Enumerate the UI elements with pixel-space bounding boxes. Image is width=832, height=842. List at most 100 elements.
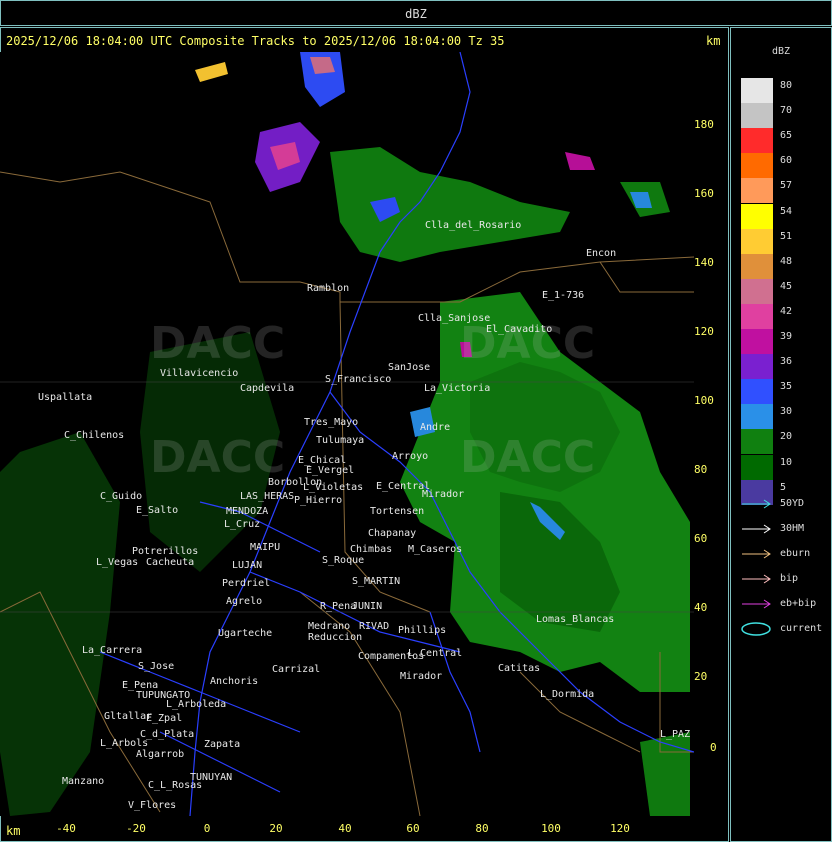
- x-tick: 40: [338, 822, 352, 835]
- place-label: S_MARTIN: [352, 576, 401, 587]
- place-label: Carrizal: [272, 664, 321, 675]
- place-label: Gltallar: [104, 711, 153, 722]
- place-label: Compamentos: [358, 651, 425, 662]
- track-label: 50YD: [780, 498, 805, 509]
- top-title: dBZ: [0, 0, 832, 26]
- y-tick: 120: [694, 325, 714, 338]
- place-label: Ramblon: [307, 283, 350, 294]
- y-tick: 60: [694, 532, 708, 545]
- legend-swatch: [741, 404, 773, 430]
- place-label: Ugarteche: [218, 628, 273, 639]
- place-label: SanJose: [388, 362, 431, 373]
- place-label: La_Carrera: [82, 645, 143, 656]
- place-label: Clla_del_Rosario: [425, 220, 522, 231]
- place-label: Manzano: [62, 776, 105, 787]
- y-tick: 20: [694, 670, 708, 683]
- km-axis-label-bottom: km: [6, 824, 21, 838]
- track-arrow-icon: [742, 499, 771, 509]
- place-label: V_Flores: [128, 800, 177, 811]
- place-label: LAS_HERAS: [240, 491, 295, 502]
- legend-swatch: [741, 128, 773, 154]
- place-label: MAIPU: [250, 542, 281, 553]
- place-label: Villavicencio: [160, 368, 239, 379]
- place-label: LUJAN: [232, 560, 263, 571]
- track-arrow-icon: [742, 574, 771, 584]
- place-label: Anchoris: [210, 676, 259, 687]
- y-tick: 100: [694, 394, 714, 407]
- legend-level-label: 36: [780, 356, 793, 368]
- legend-swatch: [741, 278, 773, 304]
- place-label: C_Chilenos: [64, 430, 125, 441]
- y-tick: 80: [694, 463, 708, 476]
- legend-swatch: [741, 153, 773, 179]
- watermark-4: DACC: [460, 432, 596, 483]
- legend-swatch: [741, 303, 773, 329]
- legend-swatch: [741, 228, 773, 254]
- place-label: Encon: [586, 248, 617, 259]
- place-label: Medrano: [308, 621, 351, 632]
- current-track-ellipse-icon: [741, 622, 771, 636]
- legend-swatch: [741, 203, 773, 229]
- place-label: L_Dormida: [540, 689, 595, 700]
- x-tick: 120: [610, 822, 630, 835]
- legend-level-label: 65: [780, 130, 793, 142]
- place-label: Lomas_Blancas: [536, 614, 615, 625]
- legend-level-label: 54: [780, 205, 793, 217]
- legend-level-label: 42: [780, 305, 793, 317]
- place-label: Agrelo: [226, 596, 263, 607]
- place-label: Catitas: [498, 663, 541, 674]
- x-tick: -40: [56, 822, 76, 835]
- legend-level-label: 57: [780, 180, 793, 192]
- place-label: Chapanay: [368, 528, 417, 539]
- place-label: Cacheuta: [146, 557, 195, 568]
- track-label: current: [780, 623, 823, 634]
- place-label: Capdevila: [240, 383, 295, 394]
- place-label: M_Caseros: [408, 544, 463, 555]
- place-label: E_Vergel: [306, 465, 355, 476]
- legend-swatch: [741, 329, 773, 354]
- place-label: Arroyo: [392, 451, 429, 462]
- legend-level-label: 39: [780, 331, 793, 342]
- place-label: R_Pena: [320, 601, 357, 612]
- place-label: RIVAD: [359, 621, 390, 632]
- legend-swatch: [741, 429, 773, 455]
- watermark-3: DACC: [150, 432, 286, 483]
- legend-swatch: [741, 454, 773, 480]
- place-label: Uspallata: [38, 392, 93, 403]
- place-label: Tortensen: [370, 506, 425, 517]
- place-label: Mirador: [400, 671, 443, 682]
- place-label: E_1-736: [542, 290, 585, 301]
- place-label: S_Jose: [138, 661, 175, 672]
- legend-level-label: 30: [780, 406, 793, 418]
- place-label: Reduccion: [308, 632, 363, 643]
- place-label: S_Roque: [322, 555, 365, 566]
- legend-title: dBZ: [772, 46, 791, 57]
- x-tick: 0: [203, 822, 211, 835]
- watermark-1: DACC: [150, 318, 286, 369]
- legend-level-label: 20: [780, 431, 793, 443]
- place-label: L_Arboleda: [166, 699, 227, 710]
- x-tick: 60: [406, 822, 420, 835]
- track-arrow-icon: [742, 599, 771, 609]
- place-label: L_PAZ: [660, 729, 691, 740]
- place-label: Potrerillos: [132, 546, 199, 557]
- track-arrow-icon: [742, 524, 771, 534]
- track-label: bip: [780, 573, 799, 584]
- legend-swatch: [741, 379, 773, 405]
- legend-level-label: 51: [780, 230, 793, 242]
- header-title: 2025/12/06 18:04:00 UTC Composite Tracks…: [6, 34, 505, 48]
- place-label: Tulumaya: [316, 435, 365, 446]
- legend-level-label: 60: [780, 155, 793, 167]
- legend-level-label: 5: [780, 481, 787, 493]
- place-label: E_Salto: [136, 505, 179, 516]
- place-label: El_Cavadito: [486, 324, 553, 335]
- legend-swatch: [741, 103, 773, 129]
- x-tick: -20: [126, 822, 146, 835]
- y-tick: 180: [694, 118, 714, 131]
- place-label: L_Vegas: [96, 557, 139, 568]
- place-label: S_Francisco: [325, 374, 392, 385]
- place-label: L_Cruz: [224, 519, 261, 530]
- legend-level-label: 35: [780, 381, 793, 393]
- place-label: P_Hierro: [294, 495, 343, 506]
- km-axis-label-top: km: [706, 34, 721, 48]
